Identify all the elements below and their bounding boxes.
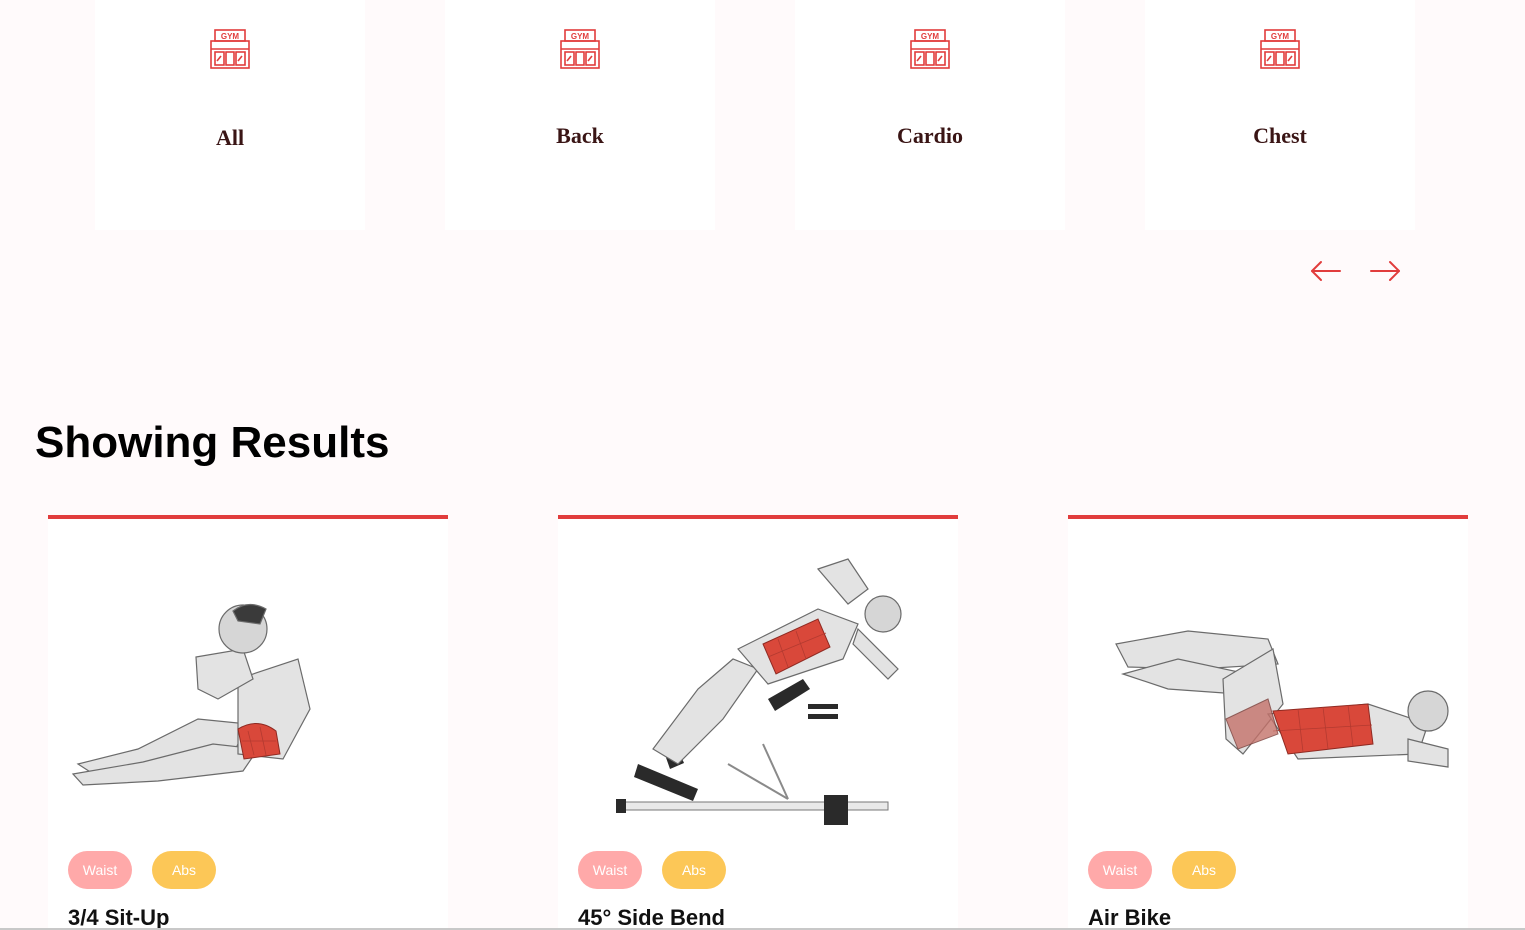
gym-icon: GYM [210,29,250,69]
exercise-name[interactable]: 45° Side Bend [578,905,725,930]
gym-icon: GYM [560,29,600,69]
tag-waist[interactable]: Waist [1088,851,1152,889]
arrow-left-icon[interactable] [1309,256,1343,286]
category-label: All [215,125,245,150]
category-card-all[interactable]: GYM All [95,0,365,230]
svg-text:GYM: GYM [921,32,940,41]
gym-icon: GYM [910,29,950,69]
category-card-back[interactable]: GYM Back [445,0,715,230]
section-title: Showing Results [35,418,390,467]
category-label: Chest [1253,123,1307,148]
exercise-card[interactable]: Waist Abs 3/4 Sit-Up [48,515,448,930]
exercise-image [71,603,311,786]
svg-text:GYM: GYM [1271,32,1290,41]
svg-text:GYM: GYM [221,32,240,41]
exercise-name[interactable]: Air Bike [1088,905,1171,930]
category-card-chest[interactable]: GYM Chest [1145,0,1415,230]
gym-icon: GYM [1260,29,1300,69]
exercise-image [616,558,902,825]
svg-text:GYM: GYM [571,32,590,41]
arrow-right-icon[interactable] [1368,256,1402,286]
tag-waist[interactable]: Waist [578,851,642,889]
exercises-page: GYM All GYM Back GYM Cardio GYM Chest Sh… [0,0,1525,930]
category-card-cardio[interactable]: GYM Cardio [795,0,1065,230]
category-label: Back [556,123,604,148]
tag-abs[interactable]: Abs [152,851,216,889]
exercise-name[interactable]: 3/4 Sit-Up [68,905,169,930]
exercise-card[interactable]: Waist Abs Air Bike [1068,515,1468,930]
exercise-image [1115,630,1449,768]
exercise-card[interactable]: Waist Abs 45° Side Bend [558,515,958,930]
tag-abs[interactable]: Abs [1172,851,1236,889]
category-label: Cardio [897,123,963,148]
tag-waist[interactable]: Waist [68,851,132,889]
tag-abs[interactable]: Abs [662,851,726,889]
